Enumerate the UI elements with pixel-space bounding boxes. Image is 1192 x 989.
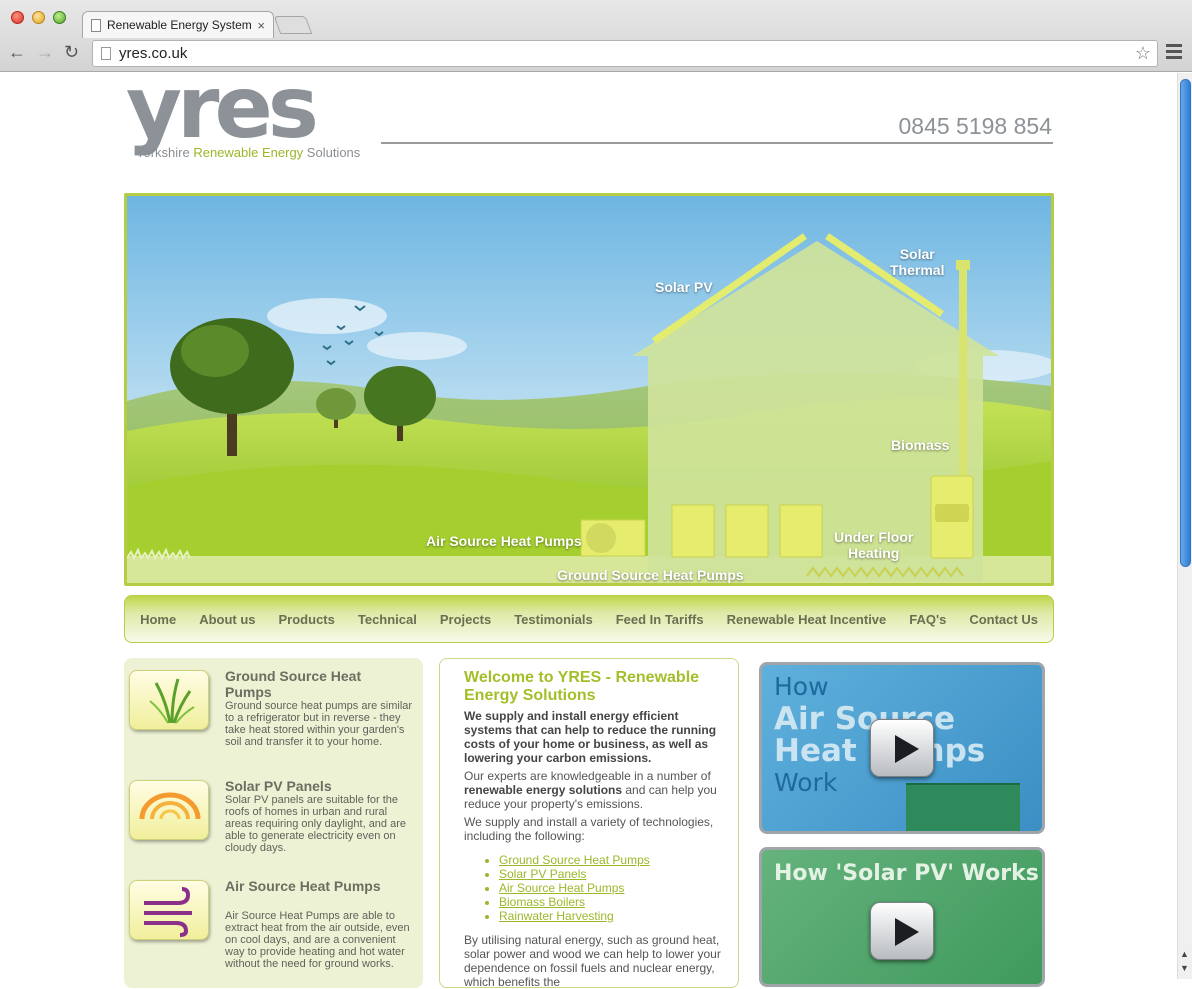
phone-number: 0845 5198 854 bbox=[898, 113, 1053, 139]
nav-item-home[interactable]: Home bbox=[129, 612, 188, 627]
vertical-scrollbar[interactable]: ▲ ▼ bbox=[1177, 73, 1192, 979]
scrollbar-thumb[interactable] bbox=[1180, 79, 1191, 567]
nav-item-contact-us[interactable]: Contact Us bbox=[958, 612, 1050, 627]
video-text: Work bbox=[774, 768, 838, 797]
list-item: Air Source Heat Pumps bbox=[499, 881, 650, 895]
wind-icon[interactable] bbox=[129, 880, 209, 940]
welcome-paragraph-experts: Our experts are knowledgeable in a numbe… bbox=[464, 769, 717, 811]
list-item: Solar PV Panels bbox=[499, 867, 650, 881]
nav-item-products[interactable]: Products bbox=[267, 612, 346, 627]
tech-title[interactable]: Air Source Heat Pumps bbox=[225, 878, 405, 894]
video-title: How 'Solar PV' Works bbox=[774, 861, 1039, 886]
hamburger-menu-icon[interactable] bbox=[1166, 44, 1182, 62]
welcome-title: Welcome to YRES - Renewable Energy Solut… bbox=[464, 669, 700, 704]
header-divider bbox=[381, 142, 1053, 144]
new-tab-button[interactable] bbox=[273, 16, 313, 34]
welcome-paragraph-technologies: We supply and install a variety of techn… bbox=[464, 815, 714, 843]
nav-item-faqs[interactable]: FAQ's bbox=[898, 612, 958, 627]
heat-pump-unit-graphic bbox=[906, 783, 1020, 831]
back-arrow-icon[interactable]: ← bbox=[8, 42, 26, 63]
browser-tab[interactable]: Renewable Energy Systems × bbox=[82, 11, 274, 38]
tech-description: Solar PV panels are suitable for the roo… bbox=[225, 794, 407, 854]
link-air-source[interactable]: Air Source Heat Pumps bbox=[499, 881, 624, 895]
hero-label-biomass: Biomass bbox=[891, 437, 950, 453]
tab-close-icon[interactable]: × bbox=[257, 18, 265, 33]
nav-item-renewable-heat-incentive[interactable]: Renewable Heat Incentive bbox=[715, 612, 898, 627]
tech-title[interactable]: Solar PV Panels bbox=[225, 778, 405, 794]
welcome-panel: Welcome to YRES - Renewable Energy Solut… bbox=[439, 658, 739, 989]
nav-item-technical[interactable]: Technical bbox=[346, 612, 428, 627]
hero-illustration: Solar PV Solar Thermal Biomass Air Source… bbox=[124, 193, 1054, 586]
nav-item-about-us[interactable]: About us bbox=[188, 612, 267, 627]
zoom-window-button[interactable] bbox=[53, 11, 66, 24]
video-text: How bbox=[774, 672, 829, 701]
hero-label-solar-pv: Solar PV bbox=[655, 279, 713, 295]
play-icon[interactable] bbox=[870, 902, 934, 960]
tech-title[interactable]: Ground Source Heat Pumps bbox=[225, 668, 405, 700]
list-item: Rainwater Harvesting bbox=[499, 909, 650, 923]
sun-rays-icon[interactable] bbox=[129, 780, 209, 840]
hero-label-solar-thermal: Solar Thermal bbox=[890, 246, 945, 278]
hero-label-air-source: Air Source Heat Pumps bbox=[426, 533, 582, 549]
scroll-up-arrow-icon[interactable]: ▲ bbox=[1180, 949, 1189, 959]
tech-description: Ground source heat pumps are similar to … bbox=[225, 700, 413, 748]
grass-icon[interactable] bbox=[129, 670, 209, 730]
tab-title: Renewable Energy Systems bbox=[107, 18, 252, 32]
tech-description: Air Source Heat Pumps are able to extrac… bbox=[225, 910, 410, 970]
link-solar-pv[interactable]: Solar PV Panels bbox=[499, 867, 586, 881]
forward-arrow-icon[interactable]: → bbox=[36, 42, 54, 63]
reload-icon[interactable]: ↻ bbox=[64, 42, 79, 63]
video-air-source[interactable]: How Air Source Heat Pumps Work bbox=[759, 662, 1045, 834]
bookmark-star-icon[interactable]: ☆ bbox=[1135, 43, 1151, 64]
welcome-paragraph-natural-energy: By utilising natural energy, such as gro… bbox=[464, 933, 721, 989]
welcome-intro: We supply and install energy efficient s… bbox=[464, 709, 717, 765]
video-solar-pv[interactable]: How 'Solar PV' Works bbox=[759, 847, 1045, 987]
nav-item-feed-in-tariffs[interactable]: Feed In Tariffs bbox=[604, 612, 715, 627]
minimize-window-button[interactable] bbox=[32, 11, 45, 24]
site-logo[interactable]: yres Yorkshire Renewable Energy Solution… bbox=[126, 58, 386, 166]
link-rainwater[interactable]: Rainwater Harvesting bbox=[499, 909, 614, 923]
nav-item-testimonials[interactable]: Testimonials bbox=[503, 612, 605, 627]
page-icon bbox=[91, 18, 101, 32]
scroll-down-arrow-icon[interactable]: ▼ bbox=[1180, 963, 1189, 973]
hero-label-underfloor: Under Floor Heating bbox=[834, 529, 914, 561]
link-ground-source[interactable]: Ground Source Heat Pumps bbox=[499, 853, 650, 867]
link-biomass[interactable]: Biomass Boilers bbox=[499, 895, 585, 909]
logo-wordmark: yres bbox=[126, 58, 319, 158]
technology-links: Ground Source Heat Pumps Solar PV Panels… bbox=[499, 853, 650, 923]
page-icon bbox=[101, 47, 111, 60]
list-item: Biomass Boilers bbox=[499, 895, 650, 909]
nav-item-projects[interactable]: Projects bbox=[428, 612, 502, 627]
main-navigation: Home About us Products Technical Project… bbox=[124, 595, 1054, 643]
technologies-panel: Ground Source Heat Pumps Ground source h… bbox=[124, 658, 423, 988]
list-item: Ground Source Heat Pumps bbox=[499, 853, 650, 867]
play-icon[interactable] bbox=[870, 719, 934, 777]
logo-tagline: Yorkshire Renewable Energy Solutions bbox=[136, 145, 361, 160]
close-window-button[interactable] bbox=[11, 11, 24, 24]
hero-label-ground-source: Ground Source Heat Pumps bbox=[557, 567, 744, 583]
